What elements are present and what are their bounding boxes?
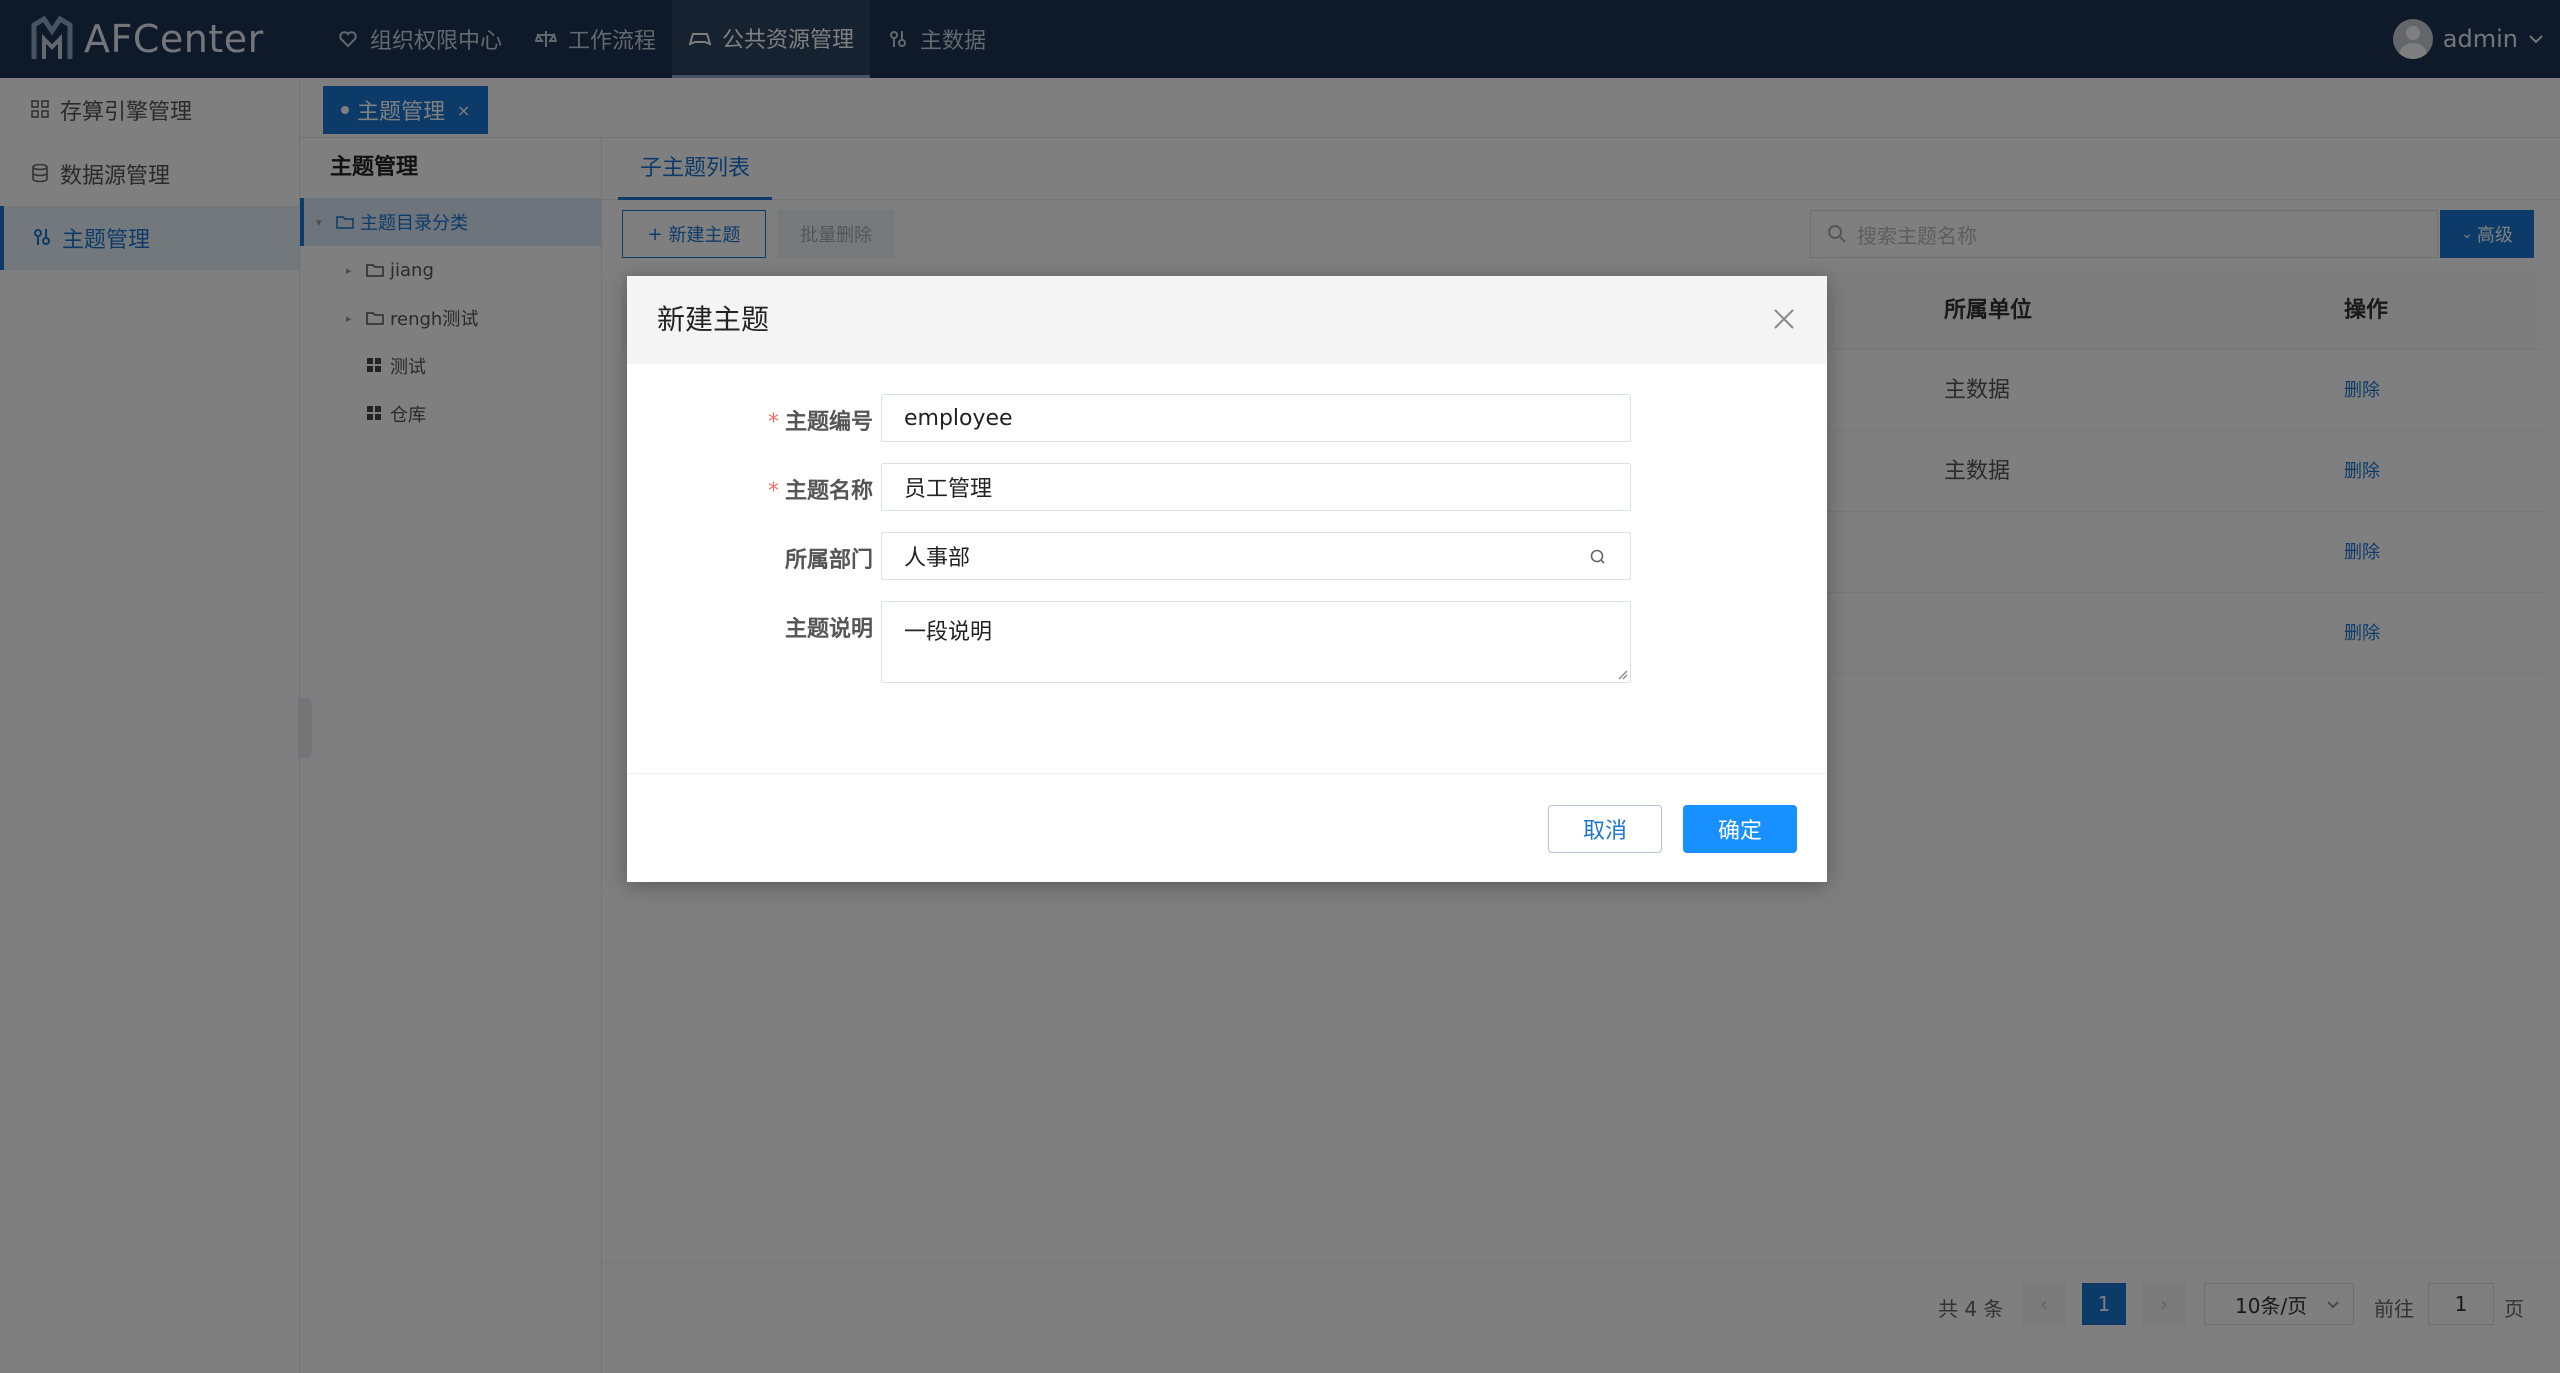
department-field[interactable]: 人事部 — [881, 532, 1631, 580]
description-label: 主题说明 — [784, 617, 873, 642]
topic-name-field[interactable]: 员工管理 — [881, 463, 1631, 511]
required-mark: * — [767, 479, 779, 504]
department-label: 所属部门 — [784, 548, 873, 573]
dialog-header: 新建主题 — [627, 276, 1827, 364]
dialog-title: 新建主题 — [657, 303, 770, 336]
confirm-button[interactable]: 确定 — [1683, 805, 1797, 853]
cancel-button[interactable]: 取消 — [1548, 805, 1662, 853]
close-icon[interactable] — [1771, 306, 1797, 332]
required-mark: * — [767, 410, 779, 435]
topic-code-field[interactable]: employee — [881, 394, 1631, 442]
description-value: 一段说明 — [904, 620, 993, 645]
department-value: 人事部 — [904, 546, 971, 571]
description-textarea[interactable]: 一段说明 — [881, 601, 1631, 683]
topic-name-label: * 主题名称 — [767, 479, 873, 504]
resize-grip-icon[interactable] — [1614, 666, 1628, 680]
topic-code-label: * 主题编号 — [767, 410, 873, 435]
search-icon[interactable] — [1588, 547, 1608, 567]
dialog-footer: 取消 确定 — [627, 773, 1827, 882]
new-topic-dialog: 新建主题 * 主题编号 employee * 主题名称 员工管理 所属部门 人事部 … — [627, 276, 1827, 882]
